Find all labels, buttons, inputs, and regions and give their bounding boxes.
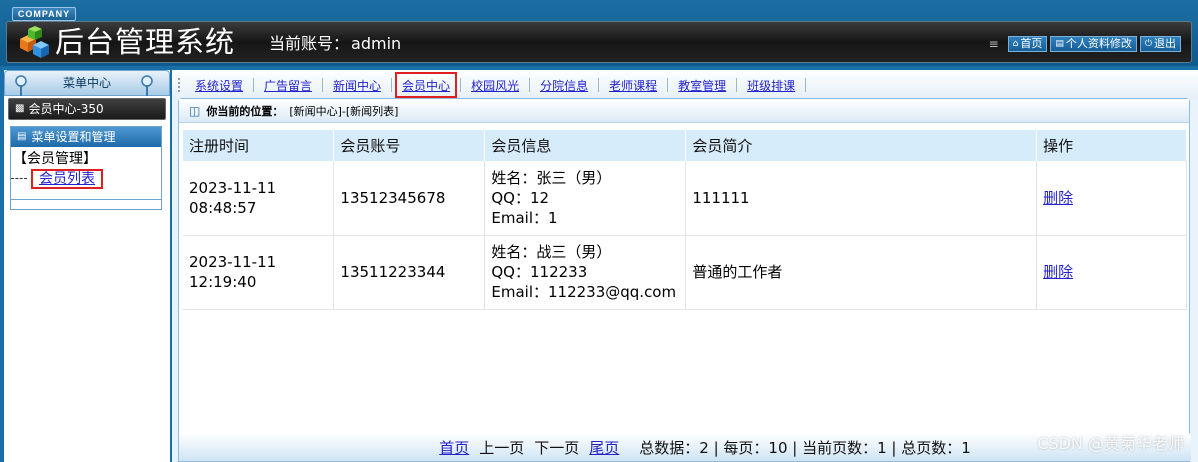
register-time-cell: 2023-11-11 12:19:40 [183, 235, 335, 310]
current-account: 当前账号： admin [269, 34, 401, 54]
info-name: 姓名：张三（男） [491, 168, 612, 187]
sidebar-title: 菜单中心 [4, 70, 170, 96]
info-name: 姓名：战三（男） [491, 243, 612, 261]
sidebar-box-footer [11, 199, 161, 209]
info-email: Email：1 [491, 208, 558, 227]
sidebar-box-header: ▤ 菜单设置和管理 [11, 127, 161, 147]
grid-icon: ▩ [15, 103, 25, 114]
tab-separator [529, 78, 531, 92]
register-time-cell: 2023-11-11 08:48:57 [183, 161, 335, 236]
grip-icon [178, 78, 186, 92]
tab-system-settings[interactable]: 系统设置 [188, 72, 250, 98]
tab-news-center[interactable]: 新闻中心 [326, 72, 388, 98]
pin-icon [141, 75, 153, 96]
register-clock: 08:48:57 [189, 198, 257, 217]
info-email: Email：112233@qq.com [491, 283, 677, 301]
table-row: 2023-11-11 12:19:40 13511223344 姓名：战三（男）… [183, 235, 1187, 310]
breadcrumb-label: 你当前的位置： [206, 104, 284, 118]
sidebar-group-label: 会员中心-350 [28, 102, 104, 116]
member-table: 注册时间 会员账号 会员信息 会员简介 操作 2023-11-11 08:48:… [183, 130, 1187, 310]
breadcrumb: ◫ 你当前的位置： [新闻中心]-[新闻列表] [179, 99, 1189, 123]
tab-separator [805, 78, 807, 92]
sidebar-link-row: 会员列表 [11, 169, 161, 189]
pagination-stats: 总数据：2 | 每页：10 | 当前页数：1 | 总页数：1 [639, 438, 971, 457]
next-page-text: 下一页 [534, 438, 580, 457]
pin-icon [15, 75, 27, 96]
table-header-row: 注册时间 会员账号 会员信息 会员简介 操作 [183, 130, 1187, 161]
member-info-cell: 姓名：张三（男） QQ：12 Email：1 [484, 161, 687, 236]
logout-button[interactable]: ⏻ 退出 [1139, 36, 1181, 52]
column-header: 操作 [1036, 130, 1187, 161]
account-label: 当前账号： [269, 34, 350, 53]
member-account-cell: 13511223344 [333, 235, 486, 310]
member-intro-cell: 111111 [685, 161, 1038, 236]
first-page-link[interactable]: 首页 [439, 437, 469, 458]
tab-separator [667, 78, 669, 92]
tab-separator [598, 78, 600, 92]
window-icon: ◫ [189, 103, 201, 118]
home-button[interactable]: ⌂ 首页 [1007, 36, 1048, 52]
grip-icon: ≡ [988, 37, 999, 51]
watermark: CSDN @黄菊华老师 [1037, 434, 1184, 453]
sidebar-category: 【会员管理】 [13, 151, 97, 167]
profile-icon: ▤ [1055, 39, 1064, 49]
member-info-cell: 姓名：战三（男） QQ：112233 Email：112233@qq.com [484, 235, 687, 310]
sidebar: 菜单中心 ▩ 会员中心-350 ▤ 菜单设置和管理 【会员管理】 会员列表 [4, 70, 170, 462]
top-menu: ≡ ⌂ 首页 ▤ 个人资料修改 ⏻ 退出 [989, 36, 1181, 52]
sidebar-menu-box: ▤ 菜单设置和管理 【会员管理】 会员列表 [10, 126, 162, 210]
tree-dash [11, 178, 27, 179]
prev-page-text: 上一页 [479, 438, 525, 457]
tab-campus-scenery[interactable]: 校园风光 [464, 72, 526, 98]
delete-link[interactable]: 删除 [1043, 189, 1073, 207]
account-value: admin [351, 34, 402, 53]
sidebar-box-title: 菜单设置和管理 [31, 130, 116, 144]
header-bar: 后台管理系统 当前账号： admin ≡ ⌂ 首页 ▤ 个人资料修改 ⏻ 退出 [6, 21, 1192, 63]
tab-separator [391, 78, 393, 92]
register-clock: 12:19:40 [189, 273, 257, 291]
system-title: 后台管理系统 [55, 25, 236, 59]
breadcrumb-path: [新闻中心]-[新闻列表] [289, 104, 399, 118]
info-qq: QQ：12 [491, 188, 550, 207]
content-area: 系统设置 广告留言 新闻中心 会员中心 校园风光 分院信息 老师课程 教室管理 … [172, 70, 1198, 462]
delete-link[interactable]: 删除 [1043, 263, 1073, 281]
sidebar-title-text: 菜单中心 [62, 76, 111, 90]
action-cell: 删除 [1036, 235, 1187, 310]
tab-teacher-courses[interactable]: 老师课程 [602, 72, 664, 98]
profile-edit-button[interactable]: ▤ 个人资料修改 [1050, 36, 1137, 52]
action-cell: 删除 [1036, 161, 1187, 236]
list-icon: ▤ [17, 131, 27, 142]
member-account-cell: 13512345678 [333, 161, 486, 236]
sidebar-group-member-center[interactable]: ▩ 会员中心-350 [8, 98, 166, 120]
sidebar-item-member-list[interactable]: 会员列表 [31, 169, 103, 189]
tab-separator [460, 78, 462, 92]
member-intro-cell: 普通的工作者 [685, 235, 1038, 310]
profile-label: 个人资料修改 [1065, 37, 1132, 50]
tab-classroom-management[interactable]: 教室管理 [671, 72, 733, 98]
column-header: 会员账号 [333, 130, 486, 161]
column-header: 注册时间 [183, 130, 335, 161]
tab-ad-messages[interactable]: 广告留言 [257, 72, 319, 98]
column-header: 会员信息 [484, 130, 687, 161]
tab-separator [253, 78, 255, 92]
register-date: 2023-11-11 [189, 178, 277, 197]
power-icon: ⏻ [1144, 39, 1152, 49]
main-panel: ◫ 你当前的位置： [新闻中心]-[新闻列表] 注册时间 会员账号 会员信息 会… [178, 98, 1191, 462]
tab-member-center[interactable]: 会员中心 [395, 72, 458, 98]
tab-class-schedule[interactable]: 班级排课 [740, 72, 802, 98]
cubes-logo-icon [20, 26, 49, 58]
last-page-link[interactable]: 尾页 [589, 437, 619, 458]
info-qq: QQ：112233 [491, 263, 588, 281]
nav-tabs: 系统设置 广告留言 新闻中心 会员中心 校园风光 分院信息 老师课程 教室管理 … [172, 70, 1198, 100]
register-date: 2023-11-11 [189, 253, 277, 271]
column-header: 会员简介 [685, 130, 1038, 161]
logout-label: 退出 [1154, 37, 1176, 50]
company-logo: COMPANY [12, 7, 76, 21]
table-row: 2023-11-11 08:48:57 13512345678 姓名：张三（男）… [183, 161, 1187, 236]
header: COMPANY 后台管理系统 当前账号： admin ≡ ⌂ 首页 ▤ 个人资料修 [0, 0, 1198, 66]
tab-separator [322, 78, 324, 92]
home-icon: ⌂ [1012, 39, 1019, 49]
home-label: 首页 [1020, 37, 1043, 50]
tab-separator [736, 78, 738, 92]
tab-branch-info[interactable]: 分院信息 [533, 72, 595, 98]
